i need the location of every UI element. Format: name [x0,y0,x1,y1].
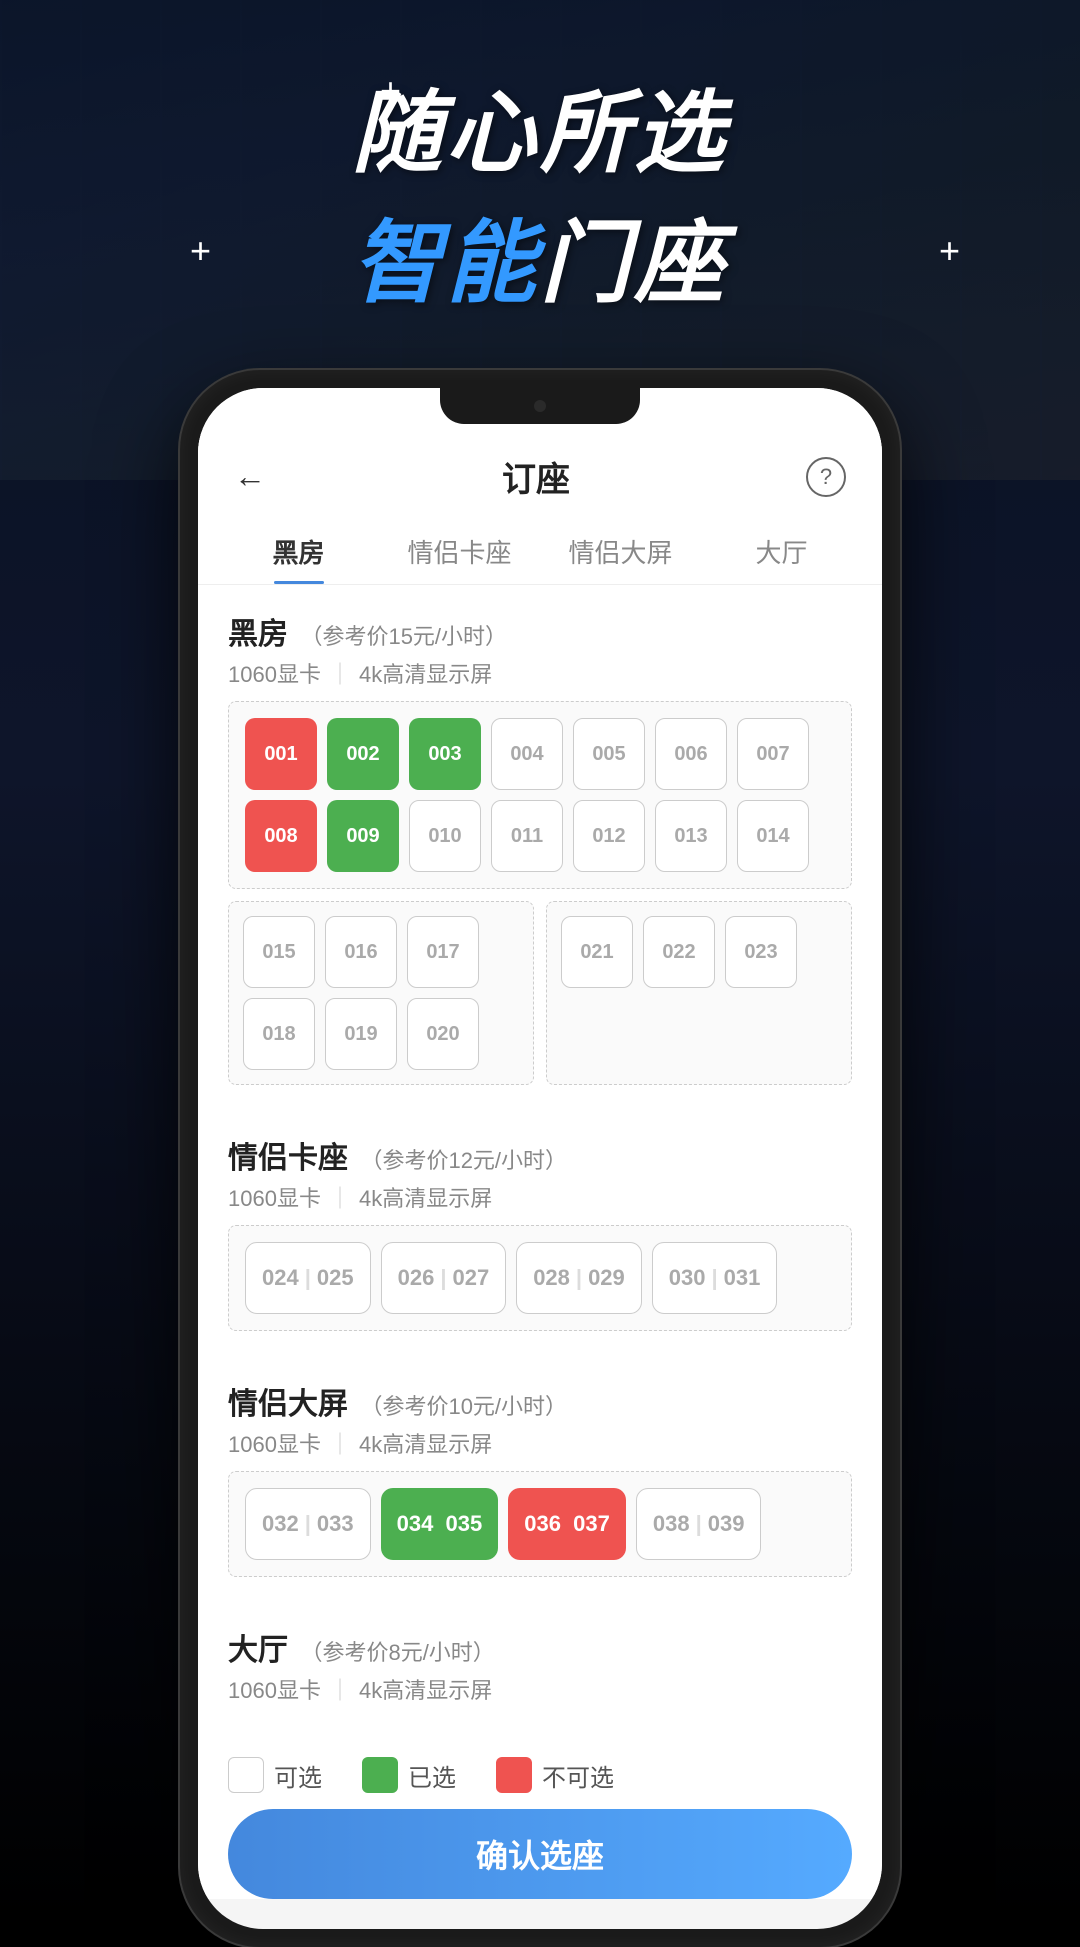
seat-009[interactable]: 009 [327,800,399,872]
seat-pair-034-035[interactable]: 034 035 [381,1488,499,1560]
star-icon-2: + [190,230,211,272]
tab-heifang[interactable]: 黑房 [218,517,379,584]
seat-008[interactable]: 008 [245,800,317,872]
back-button[interactable]: ← [234,458,266,495]
section-couple-big: 情侣大屏 （参考价10元/小时） 1060显卡｜4k高清显示屏 032 | 03… [198,1355,882,1593]
seat-row-5: 021 022 023 [561,916,837,988]
seat-pair-036-037[interactable]: 036 037 [508,1488,626,1560]
couple-card-grid: 024 | 025 026 | 027 028 | 029 030 | 031 [228,1225,852,1331]
section-couple-card: 情侣卡座 （参考价12元/小时） 1060显卡｜4k高清显示屏 024 | 02… [198,1109,882,1347]
hero-title-line1: 随心所选 [0,60,1080,190]
section-couple-big-specs: 1060显卡｜4k高清显示屏 [228,1427,852,1459]
seat-001[interactable]: 001 [245,718,317,790]
seat-016[interactable]: 016 [325,916,397,988]
phone-notch [440,388,640,424]
couple-big-row-1: 032 | 033 034 035 036 037 038 | 039 [245,1488,835,1560]
tab-couple-big[interactable]: 情侣大屏 [540,517,701,584]
legend-dot-occupied [496,1757,532,1793]
seat-022[interactable]: 022 [643,916,715,988]
seat-005[interactable]: 005 [573,718,645,790]
legend-available-label: 可选 [274,1758,322,1793]
section-couple-big-title: 情侣大屏 [228,1388,348,1421]
legend-dot-selected [362,1757,398,1793]
section-heifang-price: （参考价15元/小时） [300,624,507,649]
heifang-sub-sections: 015 016 017 018 019 020 [228,901,852,1085]
section-couple-card-specs: 1060显卡｜4k高清显示屏 [228,1181,852,1213]
tab-hall[interactable]: 大厅 [701,517,862,584]
section-heifang-specs: 1060显卡｜4k高清显示屏 [228,657,852,689]
legend: 可选 已选 不可选 [198,1741,882,1809]
seat-019[interactable]: 019 [325,998,397,1070]
legend-selected: 已选 [362,1757,456,1793]
seat-003[interactable]: 003 [409,718,481,790]
app-header: ← 订座 ? [198,432,882,517]
section-couple-card-title: 情侣卡座 [228,1142,348,1175]
seat-row-4: 018 019 020 [243,998,519,1070]
star-icon-1: + [380,70,401,112]
hero-title-line2: 智能门座 [0,190,1080,320]
heifang-main-grid: 001 002 003 004 005 006 007 008 009 010 [228,701,852,889]
seat-pair-024-025[interactable]: 024 | 025 [245,1242,371,1314]
legend-occupied-label: 不可选 [542,1758,614,1793]
seat-006[interactable]: 006 [655,718,727,790]
phone-frame: ← 订座 ? 黑房 情侣卡座 情侣大屏 大厅 黑房 [180,370,900,1947]
help-icon: ? [820,464,832,490]
seat-007[interactable]: 007 [737,718,809,790]
section-hall-title: 大厅 [228,1634,288,1667]
couple-card-row-1: 024 | 025 026 | 027 028 | 029 030 | 031 [245,1242,835,1314]
seat-pair-028-029[interactable]: 028 | 029 [516,1242,642,1314]
heifang-sub-left: 015 016 017 018 019 020 [228,901,534,1085]
section-heifang-title: 黑房 [228,618,288,651]
section-hall: 大厅 （参考价8元/小时） 1060显卡｜4k高清显示屏 [198,1601,882,1733]
tabs-bar: 黑房 情侣卡座 情侣大屏 大厅 [198,517,882,585]
seat-010[interactable]: 010 [409,800,481,872]
seat-004[interactable]: 004 [491,718,563,790]
seat-015[interactable]: 015 [243,916,315,988]
hero-white: 门座 [540,214,728,314]
camera-icon [534,400,546,412]
heifang-sub-right: 021 022 023 [546,901,852,1085]
legend-selected-label: 已选 [408,1758,456,1793]
seat-011[interactable]: 011 [491,800,563,872]
confirm-button[interactable]: 确认选座 [228,1809,852,1899]
section-heifang-header: 黑房 （参考价15元/小时） 1060显卡｜4k高清显示屏 [228,609,852,689]
section-couple-big-header: 情侣大屏 （参考价10元/小时） 1060显卡｜4k高清显示屏 [228,1379,852,1459]
section-hall-specs: 1060显卡｜4k高清显示屏 [228,1673,852,1705]
phone-screen: ← 订座 ? 黑房 情侣卡座 情侣大屏 大厅 黑房 [198,388,882,1929]
seat-018[interactable]: 018 [243,998,315,1070]
legend-dot-available [228,1757,264,1793]
section-couple-card-price: （参考价12元/小时） [360,1148,567,1173]
page-title: 订座 [502,452,570,501]
section-heifang: 黑房 （参考价15元/小时） 1060显卡｜4k高清显示屏 001 002 00… [198,585,882,1101]
hero-highlight: 智能 [352,214,540,314]
section-couple-big-price: （参考价10元/小时） [360,1394,567,1419]
app-content: ← 订座 ? 黑房 情侣卡座 情侣大屏 大厅 黑房 [198,388,882,1899]
legend-occupied: 不可选 [496,1757,614,1793]
seat-row-2: 008 009 010 011 012 013 014 [245,800,835,872]
seat-023[interactable]: 023 [725,916,797,988]
seat-021[interactable]: 021 [561,916,633,988]
seat-013[interactable]: 013 [655,800,727,872]
seat-pair-026-027[interactable]: 026 | 027 [381,1242,507,1314]
section-hall-header: 大厅 （参考价8元/小时） 1060显卡｜4k高清显示屏 [228,1625,852,1705]
help-button[interactable]: ? [806,457,846,497]
phone-wrapper: ← 订座 ? 黑房 情侣卡座 情侣大屏 大厅 黑房 [180,370,900,1947]
section-couple-card-header: 情侣卡座 （参考价12元/小时） 1060显卡｜4k高清显示屏 [228,1133,852,1213]
seat-pair-032-033[interactable]: 032 | 033 [245,1488,371,1560]
seat-row-3: 015 016 017 [243,916,519,988]
seat-017[interactable]: 017 [407,916,479,988]
seat-pair-038-039[interactable]: 038 | 039 [636,1488,762,1560]
legend-available: 可选 [228,1757,322,1793]
seat-012[interactable]: 012 [573,800,645,872]
couple-big-grid: 032 | 033 034 035 036 037 038 | 039 [228,1471,852,1577]
seat-002[interactable]: 002 [327,718,399,790]
hero-section: + + + 随心所选 智能门座 [0,60,1080,320]
seat-row-1: 001 002 003 004 005 006 007 [245,718,835,790]
seat-014[interactable]: 014 [737,800,809,872]
section-hall-price: （参考价8元/小时） [300,1640,494,1665]
seat-pair-030-031[interactable]: 030 | 031 [652,1242,778,1314]
tab-couple-card[interactable]: 情侣卡座 [379,517,540,584]
star-icon-3: + [939,230,960,272]
seat-020[interactable]: 020 [407,998,479,1070]
